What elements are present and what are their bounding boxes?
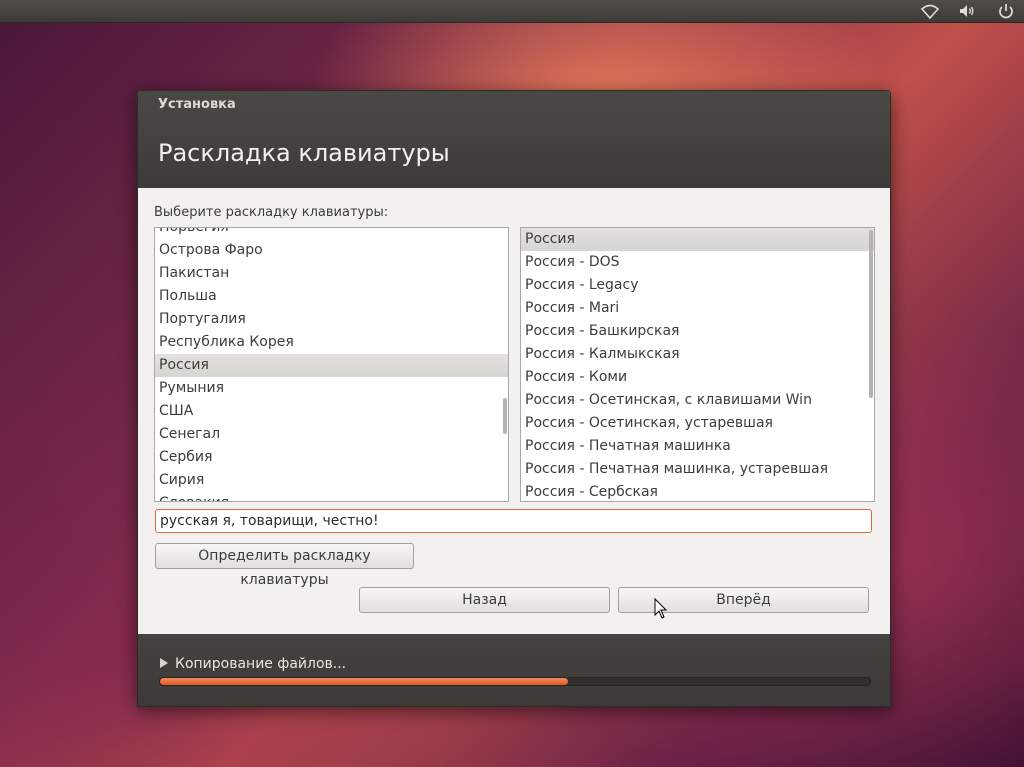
list-item[interactable]: Словакия [155, 492, 508, 501]
progress-status-text[interactable]: Копирование файлов... [175, 656, 346, 672]
wifi-icon[interactable] [920, 2, 940, 20]
list-item[interactable]: Россия - Печатная машинка [521, 435, 874, 458]
install-progress-footer: Копирование файлов... [138, 634, 890, 706]
list-item[interactable]: Португалия [155, 308, 508, 331]
top-panel [0, 0, 1024, 23]
list-item[interactable]: Польша [155, 285, 508, 308]
scrollbar-thumb[interactable] [869, 230, 873, 398]
list-item[interactable]: Россия - DOS [521, 251, 874, 274]
volume-icon[interactable] [957, 2, 977, 20]
list-item[interactable]: Россия - Mari [521, 297, 874, 320]
list-item[interactable]: Сирия [155, 469, 508, 492]
list-item[interactable]: Россия - Башкирская [521, 320, 874, 343]
list-item[interactable]: Россия - Сербская [521, 481, 874, 501]
list-item[interactable]: Россия - Осетинская, устаревшая [521, 412, 874, 435]
window-header: Установка Раскладка клавиатуры [138, 91, 890, 188]
progress-bar-fill [160, 678, 569, 685]
list-item[interactable]: Россия - Коми [521, 366, 874, 389]
list-item[interactable]: Россия - Осетинская, с клавишами Win [521, 389, 874, 412]
progress-bar [159, 677, 871, 686]
mouse-cursor-icon [654, 598, 668, 619]
keyboard-test-input[interactable] [155, 509, 872, 533]
list-item[interactable]: Пакистан [155, 262, 508, 285]
list-item[interactable]: Норвегия [155, 228, 508, 239]
list-item[interactable]: Россия - Legacy [521, 274, 874, 297]
list-item[interactable]: Сербия [155, 446, 508, 469]
list-item[interactable]: Острова Фаро [155, 239, 508, 262]
variant-list[interactable]: Россия Россия - DOS Россия - Legacy Россия … [520, 227, 875, 502]
list-item[interactable]: Россия - Печатная машинка, устаревшая [521, 458, 874, 481]
list-item[interactable]: Сенегал [155, 423, 508, 446]
back-button[interactable]: Назад [359, 587, 610, 613]
list-item[interactable]: Россия [155, 354, 508, 377]
layout-prompt-label: Выберите раскладку клавиатуры: [154, 205, 389, 220]
list-item[interactable]: Республика Корея [155, 331, 508, 354]
country-list[interactable]: Норвегия Острова Фаро Пакистан Польша Португ… [154, 227, 509, 502]
scrollbar-thumb[interactable] [503, 398, 507, 434]
detect-layout-button[interactable]: Определить раскладку клавиатуры [155, 543, 414, 588]
page-title: Раскладка клавиатуры [158, 139, 450, 167]
power-icon[interactable] [996, 2, 1016, 20]
list-item[interactable]: Россия - Калмыкская [521, 343, 874, 366]
list-item[interactable]: США [155, 400, 508, 423]
installer-window: Установка Раскладка клавиатуры Выберите … [137, 90, 891, 707]
list-item[interactable]: Россия [521, 228, 874, 251]
expander-arrow-icon[interactable] [160, 658, 168, 668]
window-title: Установка [158, 97, 236, 112]
list-item[interactable]: Румыния [155, 377, 508, 400]
